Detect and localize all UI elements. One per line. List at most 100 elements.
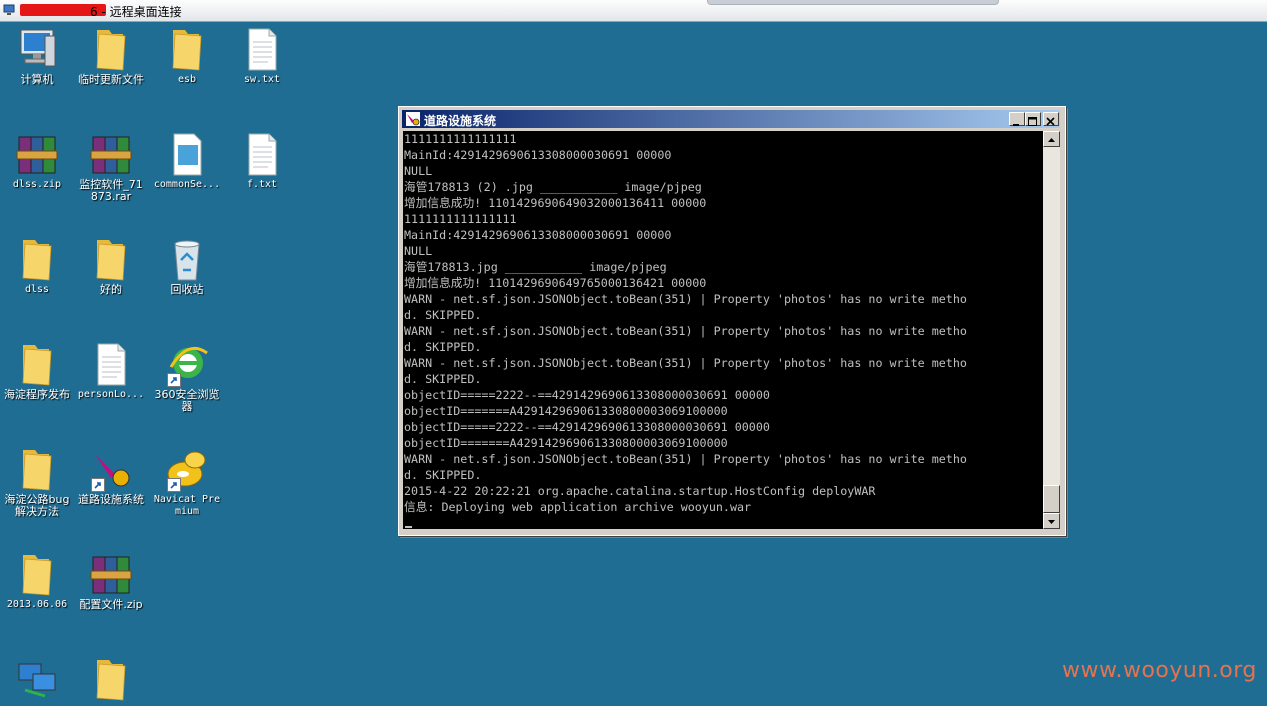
console-line: objectID=====2222--==4291429690613308000… xyxy=(404,420,770,434)
console-line: d. SKIPPED. xyxy=(404,340,482,354)
desktop-icon-label: 临时更新文件 xyxy=(78,73,144,86)
console-line: 1111111111111111 xyxy=(404,132,517,146)
desktop-icon-folder-2013[interactable]: 2013.06.06 xyxy=(2,551,72,611)
folder-icon xyxy=(15,551,59,597)
navicat-icon xyxy=(165,446,209,492)
desktop-icon-haidian-bug[interactable]: 海淀公路bug解决方法 xyxy=(2,446,72,518)
arrow-up-icon xyxy=(1048,138,1055,142)
folder-icon xyxy=(15,446,59,492)
console-line: 海管178813.jpg ___________ image/pjpeg xyxy=(404,260,667,274)
minimize-icon xyxy=(1013,124,1019,126)
console-line: WARN - net.sf.json.JSONObject.toBean(351… xyxy=(404,324,967,338)
desktop-icon-config-zip[interactable]: 配置文件.zip xyxy=(76,551,146,611)
minimize-button[interactable] xyxy=(1009,112,1025,126)
console-line: 2015-4-22 20:22:21 org.apache.catalina.s… xyxy=(404,484,876,498)
desktop-icon-browser-360[interactable]: 360安全浏览器 xyxy=(152,341,222,413)
rdp-title-bar: 6 - 远程桌面连接 xyxy=(0,0,1267,22)
text-file-icon xyxy=(89,341,133,387)
watermark: www.wooyun.org xyxy=(1062,658,1257,683)
desktop-icon-label: 好的 xyxy=(100,283,122,296)
remote-desktop-icon xyxy=(3,4,15,15)
console-line: WARN - net.sf.json.JSONObject.toBean(351… xyxy=(404,292,967,306)
desktop-icon-temp-update[interactable]: 临时更新文件 xyxy=(76,26,146,86)
console-line: 增加信息成功! 1101429690649765000136421 00000 xyxy=(404,276,707,290)
console-line: objectID=======A429142969061330800003069… xyxy=(404,404,728,418)
desktop-icon-dlss[interactable]: dlss xyxy=(2,236,72,296)
console-title: 道路设施系统 xyxy=(424,114,497,128)
console-line: NULL xyxy=(404,244,433,258)
console-line: 海管178813 (2) .jpg ___________ image/pjpe… xyxy=(404,180,702,194)
desktop-icon-commonse[interactable]: commonSe... xyxy=(152,131,222,191)
desktop-icon-haidian-release[interactable]: 海淀程序发布 xyxy=(2,341,72,401)
console-line: NULL xyxy=(404,164,433,178)
network-icon xyxy=(15,656,59,702)
desktop-icon-dlss-zip[interactable]: dlss.zip xyxy=(2,131,72,191)
desktop-icon-label: 道路设施系统 xyxy=(78,493,144,506)
desktop-icon-label: dlss xyxy=(24,284,50,295)
desktop-icon-label: f.txt xyxy=(246,179,278,190)
desktop-icon-personlo[interactable]: personLo... xyxy=(76,341,146,401)
desktop-icon-label: 360安全浏览器 xyxy=(154,388,220,413)
folder-icon xyxy=(15,341,59,387)
close-button[interactable] xyxy=(1043,112,1059,126)
desktop-icon-sw-txt[interactable]: sw.txt xyxy=(227,26,297,86)
archive-icon xyxy=(89,131,133,177)
rdp-connection-bar[interactable] xyxy=(707,0,999,5)
scroll-thumb[interactable] xyxy=(1043,485,1060,513)
desktop-icon-network[interactable] xyxy=(2,656,72,704)
app-icon xyxy=(89,446,133,492)
desktop-icon-f-txt[interactable]: f.txt xyxy=(227,131,297,191)
desktop-icon-label: 海淀公路bug解决方法 xyxy=(4,493,70,518)
vertical-scrollbar[interactable] xyxy=(1043,131,1060,529)
desktop-icon-computer[interactable]: 计算机 xyxy=(2,26,72,86)
console-line: WARN - net.sf.json.JSONObject.toBean(351… xyxy=(404,356,967,370)
console-output[interactable]: 1111111111111111 MainId:42914296906133080… xyxy=(403,131,1043,529)
desktop-icon-label: 配置文件.zip xyxy=(79,598,143,611)
desktop-icon-monitor-rar[interactable]: 监控软件_71873.rar xyxy=(76,131,146,203)
computer-icon xyxy=(15,26,59,72)
desktop-icon-label: commonSe... xyxy=(153,179,221,190)
console-app-icon xyxy=(406,112,420,126)
shortcut-arrow-icon xyxy=(91,478,105,492)
rdp-title: 6 - 远程桌面连接 xyxy=(90,5,182,19)
browser-icon xyxy=(165,341,209,387)
maximize-icon xyxy=(1028,117,1037,126)
desktop-icon-recycle[interactable]: 回收站 xyxy=(152,236,222,296)
folder-icon xyxy=(165,26,209,72)
desktop-icon-folder-bottom[interactable] xyxy=(76,656,146,704)
desktop-icon-label: 海淀程序发布 xyxy=(4,388,70,401)
console-line: objectID=======A429142969061330800003069… xyxy=(404,436,728,450)
shortcut-arrow-icon xyxy=(167,478,181,492)
shortcut-arrow-icon xyxy=(167,373,181,387)
desktop-icon-esb[interactable]: esb xyxy=(152,26,222,86)
desktop-icon-label: 2013.06.06 xyxy=(6,599,68,610)
desktop-icon-label: 监控软件_71873.rar xyxy=(79,178,143,203)
scroll-down-button[interactable] xyxy=(1043,513,1060,529)
console-line: 信息: Deploying web application archive wo… xyxy=(404,500,752,514)
desktop-icon-navicat[interactable]: Navicat Premium xyxy=(152,446,222,518)
folder-icon xyxy=(89,656,133,702)
console-line: MainId:4291429690613308000030691 00000 xyxy=(404,228,672,242)
text-file-icon xyxy=(240,131,284,177)
desktop-icon-haode[interactable]: 好的 xyxy=(76,236,146,296)
console-window[interactable]: 道路设施系统 1111111111111111 MainId:4291429690… xyxy=(398,106,1066,536)
desktop-icon-label: 计算机 xyxy=(20,73,54,86)
console-line: d. SKIPPED. xyxy=(404,468,482,482)
desktop-icon-label: dlss.zip xyxy=(12,179,62,190)
close-icon xyxy=(1046,117,1055,126)
console-line: d. SKIPPED. xyxy=(404,372,482,386)
archive-icon xyxy=(15,131,59,177)
arrow-down-icon xyxy=(1048,520,1055,524)
desktop-icon-label: Navicat Premium xyxy=(153,494,221,517)
maximize-button[interactable] xyxy=(1025,112,1041,126)
folder-icon xyxy=(89,26,133,72)
console-line: d. SKIPPED. xyxy=(404,308,482,322)
console-line: WARN - net.sf.json.JSONObject.toBean(351… xyxy=(404,452,967,466)
console-line: MainId:4291429690613308000030691 00000 xyxy=(404,148,672,162)
console-title-bar[interactable]: 道路设施系统 xyxy=(402,110,1060,128)
desktop-icon-label: personLo... xyxy=(77,389,145,400)
desktop-icon-road-system[interactable]: 道路设施系统 xyxy=(76,446,146,506)
console-line: objectID=====2222--==4291429690613308000… xyxy=(404,388,770,402)
desktop-icon-label: sw.txt xyxy=(243,74,281,85)
scroll-up-button[interactable] xyxy=(1043,131,1060,147)
